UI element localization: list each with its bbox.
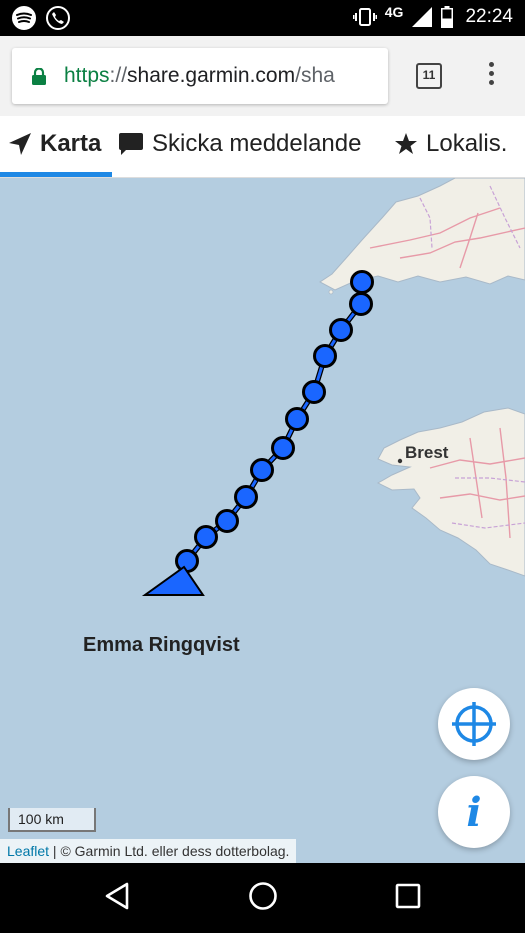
info-button[interactable]: i xyxy=(438,776,510,848)
tab-switcher-button[interactable]: 11 xyxy=(416,63,442,89)
track-point xyxy=(215,509,239,533)
map[interactable]: Brest Emma Ringqvist i 100 km Leaflet | … xyxy=(0,178,525,863)
url-text: https://share.garmin.com/sha xyxy=(64,64,335,88)
phone-icon xyxy=(46,6,70,30)
vibrate-icon xyxy=(352,8,377,26)
map-attribution: Leaflet | © Garmin Ltd. eller dess dotte… xyxy=(0,839,297,863)
scale-bar: 100 km xyxy=(8,808,96,832)
track-point xyxy=(302,380,326,404)
track-point xyxy=(250,458,274,482)
track-point xyxy=(313,344,337,368)
map-basemap xyxy=(141,178,525,596)
track-point xyxy=(350,270,374,294)
track-points xyxy=(175,270,374,573)
screen: 4G 22:24 https://share.garmin.com/sha 11… xyxy=(0,0,525,933)
track-point xyxy=(349,292,373,316)
center-on-location-button[interactable] xyxy=(438,688,510,760)
url-separator: :// xyxy=(109,64,128,87)
star-icon xyxy=(395,133,417,154)
signal-icon xyxy=(412,7,433,27)
navigation-arrow-icon xyxy=(9,133,31,155)
crosshair-icon xyxy=(452,702,496,746)
tab-locate-label: Lokalis. xyxy=(426,130,508,157)
tab-locate[interactable]: Lokalis. xyxy=(394,130,507,158)
url-path: /sha xyxy=(295,64,335,87)
url-host: share.garmin.com xyxy=(127,64,296,87)
url-bar[interactable]: https://share.garmin.com/sha xyxy=(12,48,388,104)
place-label-brest: Brest xyxy=(405,443,449,462)
battery-icon xyxy=(441,6,454,28)
clock: 22:24 xyxy=(465,6,513,27)
status-bar: 4G 22:24 xyxy=(0,0,525,36)
back-icon[interactable] xyxy=(104,881,130,911)
network-type: 4G xyxy=(384,4,404,20)
tab-map-label: Karta xyxy=(40,130,102,157)
land-brittany xyxy=(376,407,525,577)
leaflet-link[interactable]: Leaflet xyxy=(7,843,49,859)
system-nav-bar xyxy=(0,863,525,933)
track-point xyxy=(271,436,295,460)
url-scheme: https xyxy=(64,64,110,87)
browser-toolbar: https://share.garmin.com/sha 11 xyxy=(0,36,525,116)
attribution-text: | © Garmin Ltd. eller dess dotterbolag. xyxy=(49,843,290,859)
track-point xyxy=(234,485,258,509)
track-point xyxy=(194,525,218,549)
home-icon[interactable] xyxy=(248,881,278,911)
overflow-menu-icon[interactable] xyxy=(486,62,496,92)
info-icon: i xyxy=(466,788,482,836)
track-point xyxy=(175,549,199,573)
tab-send-message-label: Skicka meddelande xyxy=(152,130,362,157)
tab-map[interactable]: Karta xyxy=(8,130,101,158)
track-point xyxy=(329,318,353,342)
tab-bar: Karta Skicka meddelande Lokalis. xyxy=(0,116,525,178)
spotify-icon xyxy=(12,6,36,30)
tab-send-message[interactable]: Skicka meddelande xyxy=(118,130,361,158)
message-icon xyxy=(119,133,143,155)
active-tab-indicator xyxy=(0,172,112,177)
tracker-name-label: Emma Ringqvist xyxy=(83,634,240,656)
recents-icon[interactable] xyxy=(395,881,421,911)
current-position-marker xyxy=(141,565,205,596)
track-point xyxy=(285,407,309,431)
lock-icon xyxy=(32,68,46,85)
